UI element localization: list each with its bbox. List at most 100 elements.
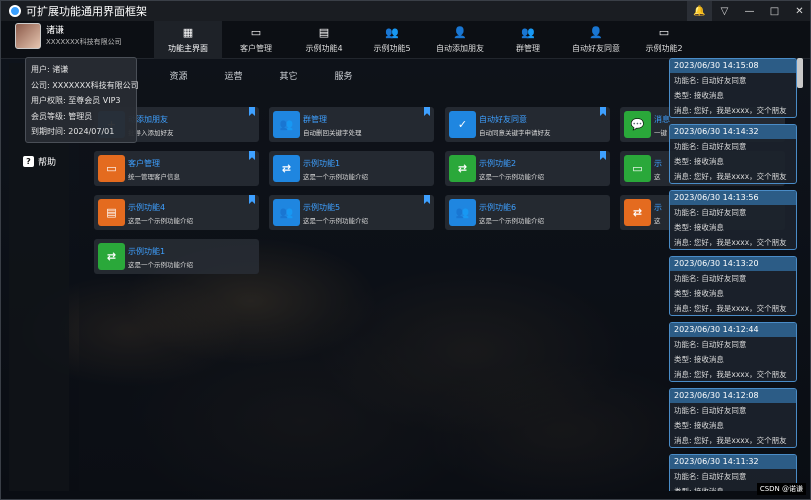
tile-title: 示例功能4 bbox=[128, 203, 166, 212]
message-name: 功能名: 自动好友同意 bbox=[674, 406, 747, 415]
nav-item-5[interactable]: 👥 群管理 bbox=[494, 21, 562, 59]
folder-icon: ⇄ bbox=[273, 155, 300, 182]
tile-title: 示 bbox=[654, 159, 662, 168]
help-button[interactable]: ? 帮助 bbox=[23, 155, 56, 168]
message-time: 2023/06/30 14:15:08 bbox=[670, 59, 796, 73]
tile-description: 统一管理客户信息 bbox=[128, 173, 180, 181]
nav-item-6[interactable]: 👤 自动好友同意 bbox=[562, 21, 630, 59]
bookmark-icon[interactable] bbox=[249, 151, 255, 160]
folder-icon: ▭ bbox=[658, 25, 670, 39]
message-panel: 2023/06/30 14:15:08 功能名: 自动好友同意 类型: 接收消息 消息… bbox=[669, 57, 802, 491]
message-card[interactable]: 2023/06/30 14:13:20 功能名: 自动好友同意 类型: 接收消息 消息… bbox=[669, 256, 797, 316]
user-card[interactable]: 诸谦 XXXXXXX科技有限公司 bbox=[15, 23, 122, 49]
users-icon: 👥 bbox=[385, 25, 399, 39]
tile-description: 这是一个示例功能介绍 bbox=[479, 217, 544, 225]
bookmark-icon[interactable] bbox=[249, 195, 255, 204]
nav-item-label: 示例功能5 bbox=[373, 43, 411, 53]
message-type: 类型: 接收消息 bbox=[674, 421, 724, 430]
close-button[interactable]: ✕ bbox=[787, 1, 810, 21]
maximize-button[interactable]: □ bbox=[762, 1, 787, 21]
function-tile[interactable]: ⇄ 示例功能2 这是一个示例功能介绍 bbox=[445, 151, 610, 186]
shirt-icon[interactable]: ▽ bbox=[712, 1, 737, 21]
tile-description: 这是一个示例功能介绍 bbox=[303, 173, 368, 181]
tile-title: 示例功能5 bbox=[303, 203, 341, 212]
tile-title: 示例功能1 bbox=[128, 247, 166, 256]
function-tile[interactable]: 👥 示例功能6 这是一个示例功能介绍 bbox=[445, 195, 610, 230]
tab-1[interactable]: 运营 bbox=[206, 67, 261, 87]
message-name: 功能名: 自动好友同意 bbox=[674, 208, 747, 217]
nav-item-1[interactable]: ▭ 客户管理 bbox=[222, 21, 290, 59]
message-time: 2023/06/30 14:13:20 bbox=[670, 257, 796, 271]
nav-item-0[interactable]: ▦ 功能主界面 bbox=[154, 21, 222, 59]
nav-item-label: 群管理 bbox=[516, 43, 540, 53]
app-logo-icon bbox=[9, 5, 21, 17]
nav-item-label: 自动添加朋友 bbox=[436, 43, 484, 53]
tooltip-line: 会员等级: 管理员 bbox=[31, 111, 93, 121]
chat-icon: 💬 bbox=[624, 111, 651, 138]
nav-items: ▦ 功能主界面 ▭ 客户管理 ▤ 示例功能4 👥 示例功能5 👤 自动添加朋友 👥 群管理 👤 自动好友同… bbox=[154, 21, 698, 59]
users-icon: 👥 bbox=[273, 199, 300, 226]
tooltip-line: 用户: 诸谦 bbox=[31, 65, 69, 74]
tab-0[interactable]: 资源 bbox=[151, 67, 206, 87]
message-body: 消息: 您好，我是xxxx，交个朋友 bbox=[674, 304, 787, 313]
message-name: 功能名: 自动好友同意 bbox=[674, 340, 747, 349]
message-card[interactable]: 2023/06/30 14:15:08 功能名: 自动好友同意 类型: 接收消息 消息… bbox=[669, 58, 797, 118]
message-type: 类型: 接收消息 bbox=[674, 289, 724, 298]
tile-title: 自动好友同意 bbox=[479, 115, 527, 124]
window-title: 可扩展功能通用界面框架 bbox=[26, 5, 147, 18]
message-name: 功能名: 自动好友同意 bbox=[674, 472, 747, 481]
function-tile[interactable]: 👥 示例功能5 这是一个示例功能介绍 bbox=[269, 195, 434, 230]
function-tile[interactable]: ⇄ 示例功能1 这是一个示例功能介绍 bbox=[94, 239, 259, 274]
nav-item-label: 功能主界面 bbox=[168, 43, 208, 53]
message-card[interactable]: 2023/06/30 14:14:32 功能名: 自动好友同意 类型: 接收消息 消息… bbox=[669, 124, 797, 184]
bookmark-icon[interactable] bbox=[424, 107, 430, 116]
message-time: 2023/06/30 14:12:44 bbox=[670, 323, 796, 337]
function-tile[interactable]: 👥 群管理 自动删回关键字处理 bbox=[269, 107, 434, 142]
nav-item-4[interactable]: 👤 自动添加朋友 bbox=[426, 21, 494, 59]
message-card[interactable]: 2023/06/30 14:13:56 功能名: 自动好友同意 类型: 接收消息 消息… bbox=[669, 190, 797, 250]
tile-description: 这是一个示例功能介绍 bbox=[128, 217, 193, 225]
message-card[interactable]: 2023/06/30 14:12:08 功能名: 自动好友同意 类型: 接收消息消息… bbox=[669, 388, 797, 448]
minimize-button[interactable]: — bbox=[737, 1, 762, 21]
nav-item-2[interactable]: ▤ 示例功能4 bbox=[290, 21, 358, 59]
tab-bar: 资源 运营 其它 服务 bbox=[151, 67, 371, 87]
message-name: 功能名: 自动好友同意 bbox=[674, 76, 747, 85]
group-icon: 👥 bbox=[521, 25, 535, 39]
home-grid-icon: ▦ bbox=[182, 25, 194, 39]
message-body: 消息: 您好，我是xxxx，交个朋友 bbox=[674, 370, 787, 379]
function-tile[interactable]: ⇄ 示例功能1 这是一个示例功能介绍 bbox=[269, 151, 434, 186]
tile-description: 这 bbox=[654, 173, 661, 181]
user-check-icon: ✓ bbox=[449, 111, 476, 138]
help-label: 帮助 bbox=[38, 158, 57, 168]
question-icon: ? bbox=[23, 156, 34, 167]
nav-item-7[interactable]: ▭ 示例功能2 bbox=[630, 21, 698, 59]
tooltip-line: 用户权限: 至尊会员 VIP3 bbox=[31, 96, 121, 105]
function-tile[interactable]: ▤ 示例功能4 这是一个示例功能介绍 bbox=[94, 195, 259, 230]
screen-icon: ▭ bbox=[98, 155, 125, 182]
message-body: 消息: 您好，我是xxxx，交个朋友 bbox=[674, 106, 787, 115]
nav-item-3[interactable]: 👥 示例功能5 bbox=[358, 21, 426, 59]
tile-title: 客户管理 bbox=[128, 159, 160, 168]
function-tile[interactable]: ✓ 自动好友同意 自动同意关键字申请好友 bbox=[445, 107, 610, 142]
top-nav: 诸谦 XXXXXXX科技有限公司 ▦ 功能主界面 ▭ 客户管理 ▤ 示例功能4 👥 示例功能5… bbox=[1, 21, 810, 59]
nav-item-label: 示例功能4 bbox=[305, 43, 343, 53]
bookmark-icon[interactable] bbox=[600, 151, 606, 160]
bookmark-icon[interactable] bbox=[600, 107, 606, 116]
folder-icon: ⇄ bbox=[624, 199, 651, 226]
message-type: 类型: 接收消息 bbox=[674, 223, 724, 232]
bookmark-icon[interactable] bbox=[249, 107, 255, 116]
bookmark-icon[interactable] bbox=[424, 195, 430, 204]
bell-icon[interactable]: 🔔 bbox=[687, 1, 712, 21]
message-scrollbar[interactable] bbox=[797, 58, 803, 88]
tab-2[interactable]: 其它 bbox=[261, 67, 316, 87]
message-time: 2023/06/30 14:12:08 bbox=[670, 389, 796, 403]
tile-title: 示例功能2 bbox=[479, 159, 517, 168]
message-body: 消息: 您好，我是xxxx，交个朋友 bbox=[674, 436, 787, 445]
tab-3[interactable]: 服务 bbox=[316, 67, 371, 87]
tile-description: 这是一个示例功能介绍 bbox=[128, 261, 193, 269]
app-window: { "window": {"title": "可扩展功能通用界面框架"}, "u… bbox=[0, 0, 811, 500]
function-tile[interactable]: ▭ 客户管理统一管理客户信息 bbox=[94, 151, 259, 186]
avatar[interactable] bbox=[15, 23, 41, 49]
tile-description: 自动删回关键字处理 bbox=[303, 129, 362, 137]
message-card[interactable]: 2023/06/30 14:12:44 功能名: 自动好友同意 类型: 接收消息 消息… bbox=[669, 322, 797, 382]
